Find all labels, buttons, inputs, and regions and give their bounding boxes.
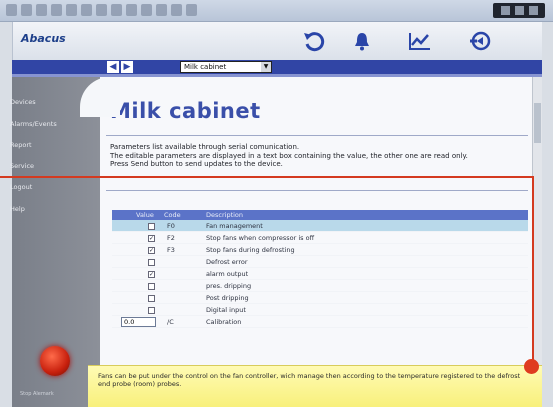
- parameter-code: F0: [167, 222, 175, 230]
- power-button[interactable]: [40, 346, 70, 376]
- screenshot-root: { "app": { "logo": "Abacus", "header_ico…: [0, 0, 553, 407]
- back-icon[interactable]: [6, 4, 17, 16]
- favorites-icon[interactable]: [96, 4, 107, 16]
- sidebar-item-report[interactable]: Report: [10, 141, 32, 149]
- navigation-bar: ◀ ▶ Milk cabinet ▼: [12, 60, 542, 74]
- power-label: Stop Alemark: [20, 391, 54, 397]
- undo-icon[interactable]: [301, 30, 327, 52]
- parameter-description: Defrost error: [206, 258, 248, 266]
- alarm-bell-icon[interactable]: [349, 30, 375, 52]
- close-icon[interactable]: [529, 6, 538, 15]
- window-controls: [493, 3, 545, 18]
- chevron-down-icon: ▼: [261, 62, 271, 72]
- table-header: Value Code Description: [112, 210, 528, 220]
- parameter-checkbox[interactable]: [148, 223, 155, 230]
- print-icon[interactable]: [141, 4, 152, 16]
- back-arrow-icon[interactable]: [468, 30, 494, 52]
- title-divider: [106, 135, 528, 136]
- column-header-description: Description: [206, 211, 244, 219]
- table-row: Post dripping: [112, 292, 528, 304]
- page-description: Parameters list available through serial…: [110, 143, 528, 169]
- parameter-code: F3: [167, 246, 175, 254]
- parameter-description: Stop fans during defrosting: [206, 246, 295, 254]
- column-header-code: Code: [164, 211, 181, 219]
- callout-dot: [524, 359, 539, 374]
- parameter-description: alarm output: [206, 270, 249, 278]
- help-footer: Fans can be put under the control on the…: [88, 365, 542, 407]
- parameter-code: F2: [167, 234, 175, 242]
- table-row: ✓ F3 Stop fans during defrosting: [112, 244, 528, 256]
- table-body: F0 Fan management ✓ F2 Stop fans when compre…: [112, 220, 528, 328]
- column-header-value: Value: [136, 211, 154, 219]
- main-content: Milk cabinet Parameters list available t…: [100, 77, 532, 365]
- sidebar-item-logout[interactable]: Logout: [10, 183, 32, 191]
- sidebar-item-devices[interactable]: Devices: [10, 98, 36, 106]
- parameters-table: Value Code Description F0 Fan management ✓…: [112, 210, 528, 328]
- parameter-checkbox[interactable]: [148, 307, 155, 314]
- parameter-description: Calibration: [206, 318, 242, 326]
- parameter-description: pres. dripping: [206, 282, 252, 290]
- callout-line: [0, 176, 532, 178]
- table-row: pres. dripping: [112, 280, 528, 292]
- stop-icon[interactable]: [36, 4, 47, 16]
- table-row: ✓ F2 Stop fans when compressor is off: [112, 232, 528, 244]
- home-icon[interactable]: [66, 4, 77, 16]
- minimize-icon[interactable]: [501, 6, 510, 15]
- search-icon[interactable]: [81, 4, 92, 16]
- parameter-code: /C: [167, 318, 174, 326]
- parameter-description: Digital input: [206, 306, 246, 314]
- parameter-value-input[interactable]: 0.0: [121, 317, 156, 327]
- refresh-icon[interactable]: [51, 4, 62, 16]
- parameter-description: Stop fans when compressor is off: [206, 234, 315, 242]
- description-line: Parameters list available through serial…: [110, 143, 300, 151]
- discuss-icon[interactable]: [171, 4, 182, 16]
- description-line: Press Send button to send updates to the…: [110, 160, 283, 168]
- edit-icon[interactable]: [156, 4, 167, 16]
- parameter-checkbox[interactable]: [148, 259, 155, 266]
- device-select-value: Milk cabinet: [184, 63, 227, 71]
- description-line: The editable parameters are displayed in…: [110, 151, 468, 160]
- browser-toolbar: [0, 0, 553, 22]
- parameter-checkbox[interactable]: ✓: [148, 247, 155, 254]
- sidebar-item-alarms-events[interactable]: Alarms/Events: [10, 120, 57, 128]
- maximize-icon[interactable]: [515, 6, 524, 15]
- table-row: F0 Fan management: [112, 220, 528, 232]
- sidebar-item-help[interactable]: Help: [10, 205, 25, 213]
- page-title: Milk cabinet: [110, 99, 261, 123]
- parameter-checkbox[interactable]: [148, 295, 155, 302]
- scrollbar-thumb[interactable]: [534, 103, 541, 143]
- parameter-description: Fan management: [206, 222, 263, 230]
- history-icon[interactable]: [111, 4, 122, 16]
- table-row: ✓ alarm output: [112, 268, 528, 280]
- mail-icon[interactable]: [126, 4, 137, 16]
- app-logo: Abacus: [21, 32, 66, 45]
- device-select[interactable]: Milk cabinet ▼: [180, 61, 272, 73]
- app-header: Abacus: [12, 22, 542, 60]
- table-row: 0.0/C Calibration: [112, 316, 528, 328]
- parameter-checkbox[interactable]: [148, 283, 155, 290]
- description-divider: [106, 190, 528, 191]
- forward-icon[interactable]: [21, 4, 32, 16]
- chart-icon[interactable]: [407, 30, 433, 52]
- parameter-description: Post dripping: [206, 294, 249, 302]
- parameter-checkbox[interactable]: ✓: [148, 235, 155, 242]
- next-arrow-icon[interactable]: ▶: [121, 61, 133, 73]
- table-row: Defrost error: [112, 256, 528, 268]
- sidebar-item-service[interactable]: Service: [10, 162, 34, 170]
- callout-line: [532, 176, 534, 366]
- messenger-icon[interactable]: [186, 4, 197, 16]
- table-row: Digital input: [112, 304, 528, 316]
- previous-arrow-icon[interactable]: ◀: [107, 61, 119, 73]
- footer-help-text: Fans can be put under the control on the…: [98, 372, 521, 388]
- parameter-checkbox[interactable]: ✓: [148, 271, 155, 278]
